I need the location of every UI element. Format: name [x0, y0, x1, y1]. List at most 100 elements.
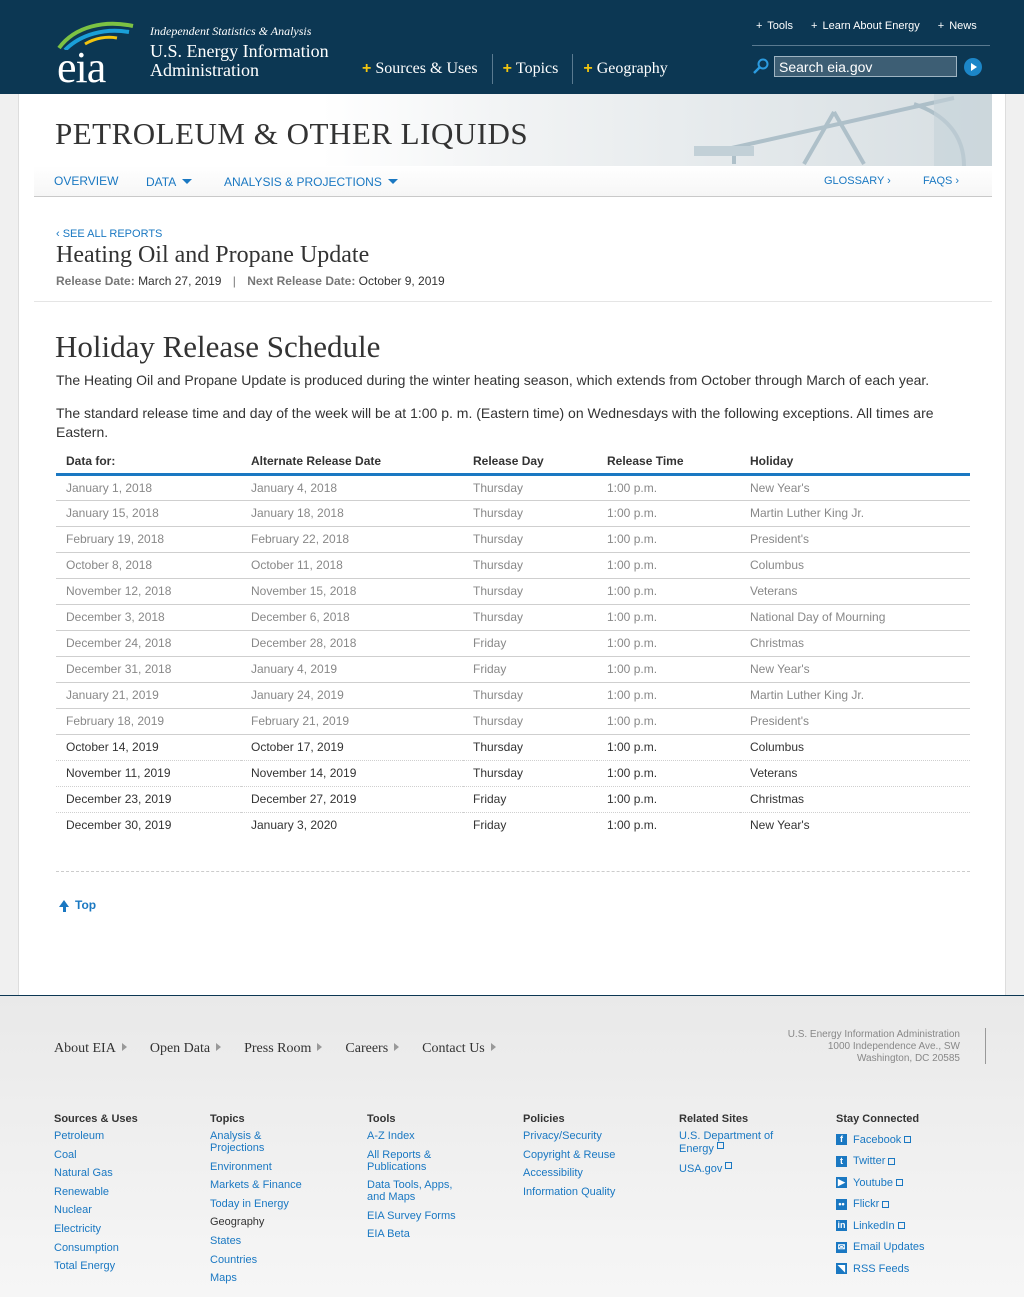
util-nav-learn[interactable]: + Learn About Energy: [811, 20, 920, 45]
table-row: February 19, 2018 February 22, 2018 Thursd…: [56, 526, 970, 553]
table-cell: Thursday: [463, 526, 597, 553]
footer-link[interactable]: Consumption: [54, 1242, 194, 1254]
main-nav-label: Topics: [515, 60, 559, 77]
footer-link[interactable]: Countries: [210, 1254, 350, 1266]
table-row: January 15, 2018 January 18, 2018 Thursday…: [56, 500, 970, 527]
social-link-label: Facebook: [853, 1133, 902, 1146]
external-link-icon: [904, 1136, 912, 1143]
next-release-label: Next Release Date:: [247, 274, 356, 288]
footer-nav-about[interactable]: About EIA: [54, 1041, 127, 1057]
footer-link[interactable]: EIA Survey Forms: [367, 1210, 467, 1222]
footer-link[interactable]: Information Quality: [523, 1186, 663, 1198]
main-nav-sources-uses[interactable]: + Sources & Uses: [352, 54, 493, 84]
social-link-linkedin[interactable]: in LinkedIn: [836, 1219, 976, 1232]
social-link-facebook[interactable]: f Facebook: [836, 1133, 976, 1146]
table-cell: October 11, 2018: [241, 552, 463, 579]
util-nav-tools[interactable]: + Tools: [756, 20, 793, 45]
main-nav-topics[interactable]: + Topics: [493, 54, 574, 84]
table-cell: February 18, 2019: [56, 708, 241, 735]
table-cell: November 11, 2019: [56, 760, 241, 787]
subnav-data[interactable]: DATA: [146, 175, 193, 189]
footer-link[interactable]: All Reports & Publications: [367, 1149, 467, 1173]
footer-link[interactable]: U.S. Department of Energy: [679, 1130, 789, 1155]
table-cell: Columbus: [740, 734, 970, 761]
footer-link[interactable]: Nuclear: [54, 1204, 194, 1216]
footer-link[interactable]: EIA Beta: [367, 1228, 467, 1240]
footer-link[interactable]: Total Energy: [54, 1260, 194, 1272]
footer-column: Related Sites U.S. Department of Energy US…: [679, 1113, 819, 1181]
social-link-youtube[interactable]: ▶ Youtube: [836, 1176, 976, 1189]
social-link-flickr[interactable]: •• Flickr: [836, 1198, 976, 1211]
table-cell: January 1, 2018: [56, 474, 241, 501]
table-cell: 1:00 p.m.: [597, 734, 740, 761]
eia-logo[interactable]: eia: [55, 20, 137, 92]
search-input[interactable]: [774, 56, 957, 77]
footer-link[interactable]: States: [210, 1235, 350, 1247]
table-cell: 1:00 p.m.: [597, 578, 740, 605]
plus-icon: +: [583, 60, 593, 77]
footer-link-label: Accessibility: [523, 1167, 583, 1180]
table-row: December 24, 2018 December 28, 2018 Friday…: [56, 630, 970, 657]
table-cell: December 31, 2018: [56, 656, 241, 683]
footer-social-column: Stay Connected f Facebook t Twitter ▶ Youtube •…: [836, 1113, 976, 1284]
table-cell: 1:00 p.m.: [597, 526, 740, 553]
social-link-rss-feeds[interactable]: ◥ RSS Feeds: [836, 1262, 976, 1275]
footer-nav-contact[interactable]: Contact Us: [422, 1041, 496, 1057]
footer-link[interactable]: Privacy/Security: [523, 1130, 663, 1142]
table-cell: New Year's: [740, 474, 970, 501]
linkedin-icon: in: [836, 1220, 847, 1231]
subnav-analysis-projections[interactable]: ANALYSIS & PROJECTIONS: [224, 175, 398, 189]
footer-link[interactable]: USA.gov: [679, 1161, 789, 1175]
rss-icon: ◥: [836, 1263, 847, 1274]
tagline: Independent Statistics & Analysis: [150, 24, 312, 38]
footer-link[interactable]: Electricity: [54, 1223, 194, 1235]
footer-link[interactable]: A-Z Index: [367, 1130, 467, 1142]
table-row: October 8, 2018 October 11, 2018 Thursday 1…: [56, 552, 970, 579]
table-cell: Columbus: [740, 552, 970, 579]
table-cell: October 14, 2019: [56, 734, 241, 761]
footer-nav: About EIA Open Data Press Room Careers C…: [54, 1041, 519, 1057]
footer-link[interactable]: Renewable: [54, 1186, 194, 1198]
site-header: eia Independent Statistics & Analysis U.…: [0, 0, 1024, 94]
footer-link[interactable]: Natural Gas: [54, 1167, 194, 1179]
util-nav-news[interactable]: + News: [938, 20, 977, 45]
section-subnav: OVERVIEW DATA ANALYSIS & PROJECTIONS GLO…: [34, 166, 992, 197]
footer-link-label: USA.gov: [679, 1162, 723, 1175]
footer-link[interactable]: Markets & Finance: [210, 1179, 310, 1191]
footer-link-label: Renewable: [54, 1185, 110, 1198]
footer-nav-careers[interactable]: Careers: [345, 1041, 400, 1057]
social-link-twitter[interactable]: t Twitter: [836, 1155, 976, 1168]
divider: [985, 1028, 986, 1064]
subnav-overview[interactable]: OVERVIEW: [54, 174, 118, 188]
table-cell: January 21, 2019: [56, 682, 241, 709]
subnav-faqs[interactable]: FAQS ›: [923, 175, 959, 187]
external-link-icon: [888, 1157, 896, 1165]
footer-link[interactable]: Data Tools, Apps, and Maps: [367, 1179, 467, 1203]
subnav-glossary[interactable]: GLOSSARY ›: [824, 175, 891, 187]
table-row: November 11, 2019 November 14, 2019 Thursd…: [56, 760, 970, 787]
footer-link[interactable]: Environment: [210, 1161, 310, 1173]
footer-link[interactable]: Copyright & Reuse: [523, 1149, 663, 1161]
footer-nav-open-data[interactable]: Open Data: [150, 1041, 222, 1057]
see-all-reports-link[interactable]: ‹ SEE ALL REPORTS: [56, 228, 162, 240]
table-cell: January 24, 2019: [241, 682, 463, 709]
footer-link[interactable]: Coal: [54, 1149, 194, 1161]
footer-nav-press-room[interactable]: Press Room: [244, 1041, 323, 1057]
table-cell: Friday: [463, 630, 597, 657]
address: U.S. Energy Information Administration 1…: [788, 1029, 960, 1065]
footer-link[interactable]: Maps: [210, 1272, 350, 1284]
triangle-right-icon: [121, 1043, 127, 1051]
table-cell: Thursday: [463, 500, 597, 527]
footer-link[interactable]: Analysis & Projections: [210, 1130, 310, 1154]
footer-link[interactable]: Today in Energy: [210, 1198, 310, 1210]
back-to-top-link[interactable]: Top: [59, 898, 96, 912]
social-link-email-updates[interactable]: ✉ Email Updates: [836, 1241, 976, 1254]
footer-column-heading: Topics: [210, 1113, 245, 1125]
footer-link[interactable]: Accessibility: [523, 1167, 663, 1179]
search-submit-button[interactable]: [964, 58, 982, 76]
footer-column-heading: Policies: [523, 1113, 565, 1125]
footer-link[interactable]: Petroleum: [54, 1130, 194, 1142]
column-header: Data for:: [56, 450, 241, 476]
agency-name[interactable]: U.S. Energy Information Administration: [150, 42, 329, 80]
main-nav-geography[interactable]: + Geography: [573, 54, 681, 84]
